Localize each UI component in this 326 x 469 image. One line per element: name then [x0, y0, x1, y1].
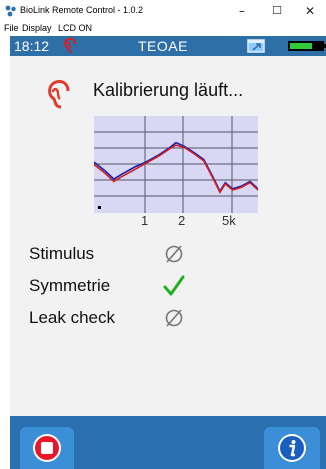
stop-button[interactable] — [20, 427, 74, 469]
device-screen: 18:12 TEOAE Kalibrierung läuft... 1 2 5k… — [10, 36, 326, 469]
window-icon[interactable] — [247, 39, 265, 53]
menu-display[interactable]: Display — [22, 23, 52, 33]
ear-icon-large — [48, 80, 70, 109]
check-stimulus-label: Stimulus — [29, 244, 95, 263]
status-bar: 18:12 TEOAE — [10, 36, 326, 56]
calibration-chart — [94, 116, 258, 213]
battery-indicator — [288, 41, 324, 51]
calibration-status-heading: Kalibrierung läuft... — [93, 80, 244, 100]
maximize-button[interactable]: ☐ — [263, 2, 291, 20]
window-titlebar: BioLink Remote Control - 1.0.2 – ☐ ✕ — [0, 0, 326, 22]
device-mode-label: TEOAE — [138, 38, 188, 54]
check-symmetrie-label: Symmetrie — [29, 276, 111, 295]
close-button[interactable]: ✕ — [296, 2, 324, 20]
check-leak-label: Leak check — [29, 308, 115, 327]
stop-icon — [33, 434, 61, 462]
bottom-action-bar — [10, 416, 326, 469]
checkmark-icon — [163, 275, 185, 296]
menu-file[interactable]: File — [4, 23, 19, 33]
status-time: 18:12 — [14, 38, 50, 54]
empty-set-icon — [165, 245, 183, 263]
chart-origin-marker — [98, 206, 101, 209]
x-tick-label-1: 1 — [141, 213, 149, 228]
ear-icon — [63, 37, 76, 53]
info-button[interactable] — [264, 427, 320, 469]
menu-bar: File Display LCD ON — [0, 22, 326, 36]
window-title: BioLink Remote Control - 1.0.2 — [20, 5, 144, 15]
x-tick-label-2: 2 — [178, 213, 186, 228]
info-icon — [278, 434, 306, 462]
biolink-app-icon — [5, 5, 16, 17]
empty-set-icon — [165, 309, 183, 327]
minimize-button[interactable]: – — [228, 2, 256, 20]
battery-level — [290, 43, 312, 49]
x-tick-label-5k: 5k — [222, 213, 236, 228]
menu-lcd-on[interactable]: LCD ON — [58, 23, 92, 33]
